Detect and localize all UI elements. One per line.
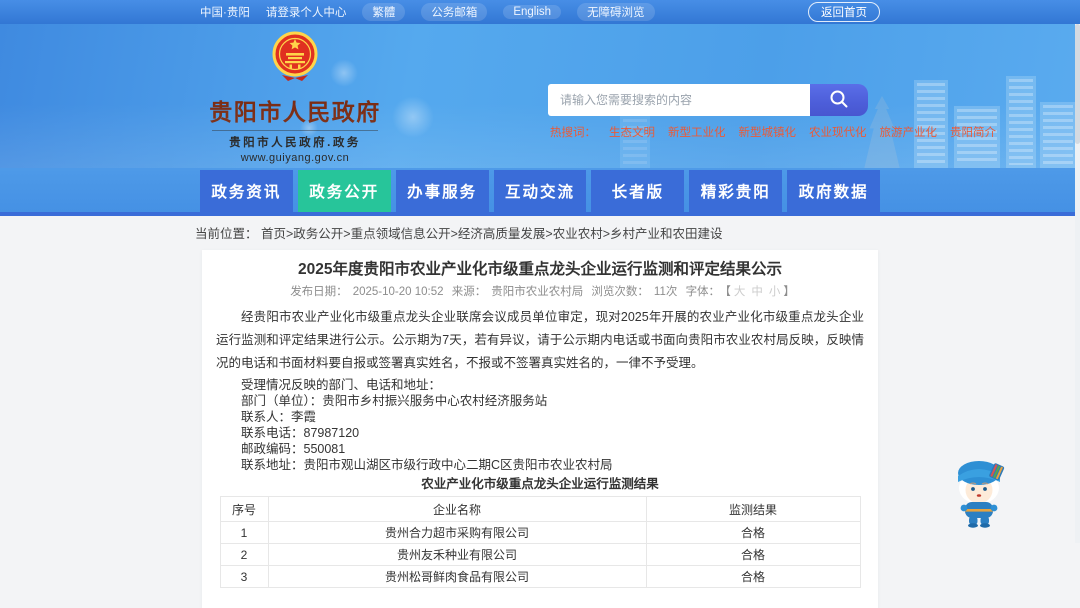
nav-item-gov-data[interactable]: 政府数据 [787,170,881,212]
table-row: 2 贵州友禾种业有限公司 合格 [219,543,861,566]
nav-bottom-strip [0,212,1080,216]
national-emblem-icon [272,31,318,89]
publish-date: 2025-10-20 10:52 [352,286,444,298]
magnifier-icon [828,88,850,113]
nav-item-senior-version[interactable]: 长者版 [591,170,685,212]
header-serial-no: 序号 [219,496,269,522]
contact-intro-line: 受理情况反映的部门、电话和地址： [241,378,442,392]
font-size-label: 字体： [685,286,721,298]
toplink-english[interactable]: English [503,5,562,19]
hot-word[interactable]: 新型工业化 [668,124,726,140]
table-header-row: 序号 企业名称 监测结果 [219,496,861,522]
contact-address-line: 联系地址：贵阳市观山湖区市级行政中心二期C区贵阳市农业农村局 [241,458,613,472]
search-button[interactable] [810,84,868,116]
cell-result: 合格 [645,521,861,544]
hot-word[interactable]: 旅游产业化 [880,124,938,140]
mascot-assistant[interactable] [948,452,1010,528]
back-to-home-button[interactable]: 返回首页 [808,2,880,22]
toplink-accessibility[interactable]: 无障碍浏览 [577,3,655,21]
header-monitoring-result: 监测结果 [645,496,861,522]
main-navigation: 政务资讯 政务公开 办事服务 互动交流 长者版 精彩贵阳 政府数据 [0,168,1080,216]
cell-result: 合格 [645,543,861,566]
top-utility-bar: 中国·贵阳 请登录个人中心 繁體 公务邮箱 English 无障碍浏览 返回首页 [0,0,1080,24]
nav-item-splendid-guiyang[interactable]: 精彩贵阳 [689,170,783,212]
city-building [1040,102,1076,168]
contact-phone-line: 联系电话：87987120 [241,426,360,440]
logo-divider [212,130,378,131]
article-title: 2025年度贵阳市农业产业化市级重点龙头企业运行监测和评定结果公示 [298,261,782,278]
site-logo-block[interactable]: 贵阳市人民政府 贵阳市人民政府.政务 www.guiyang.gov.cn [206,31,384,164]
source-label: 来源： [451,286,487,298]
hot-word[interactable]: 生态文明 [609,124,655,140]
table-row: 1 贵州合力超市采购有限公司 合格 [219,521,861,544]
cell-serial-no: 2 [219,543,269,566]
font-bracket-open: 【 [725,286,731,298]
article-paragraph: 经贵阳市农业产业化市级重点龙头企业联席会议成员单位审定，现对2025年开展的农业… [216,310,864,370]
font-size-small-button[interactable]: 小 [769,286,781,298]
nav-item-gov-disclosure[interactable]: 政务公开 [297,170,391,212]
cell-company-name: 贵州友禾种业有限公司 [267,543,647,566]
contact-postcode-line: 邮政编码：550081 [241,442,346,456]
cell-company-name: 贵州合力超市采购有限公司 [267,521,647,544]
font-size-large-button[interactable]: 大 [734,286,746,298]
hot-word[interactable]: 新型城镇化 [739,124,797,140]
contact-department-line: 部门（单位）：贵阳市乡村振兴服务中心农村经济服务站 [241,394,548,408]
monitoring-result-table: 序号 企业名称 监测结果 1 贵州合力超市采购有限公司 合格 2 贵州友禾种业有… [219,496,861,588]
result-table-caption: 农业产业化市级重点龙头企业运行监测结果 [421,477,659,491]
nav-item-services[interactable]: 办事服务 [395,170,489,212]
scrollbar-thumb[interactable] [1075,24,1080,144]
contact-person-line: 联系人：李霞 [241,410,317,424]
site-url: www.guiyang.gov.cn [240,152,350,164]
breadcrumb-label: 当前位置： [195,227,258,241]
site-banner: 贵阳市人民政府 贵阳市人民政府.政务 www.guiyang.gov.cn 热搜… [0,24,1080,168]
views-value: 11次 [653,286,678,298]
font-bracket-close: 】 [783,286,795,298]
views-label: 浏览次数： [591,286,649,298]
search-input[interactable] [548,84,810,116]
hot-search-label: 热搜词： [550,127,596,139]
cell-serial-no: 3 [219,565,269,588]
nav-item-interaction[interactable]: 互动交流 [493,170,587,212]
toplink-traditional-chinese[interactable]: 繁體 [362,3,406,21]
hot-word[interactable]: 农业现代化 [809,124,867,140]
site-name: 贵阳市人民政府 [209,99,381,125]
hot-word[interactable]: 贵阳简介 [950,124,996,140]
toplink-china-guiyang[interactable]: 中国·贵阳 [200,4,250,20]
nav-item-news[interactable]: 政务资讯 [200,170,293,212]
city-building [1006,76,1036,168]
cell-serial-no: 1 [219,521,269,544]
header-company-name: 企业名称 [267,496,647,522]
source-value: 贵阳市农业农村局 [491,286,584,298]
scrollbar-track[interactable] [1075,24,1080,543]
site-subtitle: 贵阳市人民政府.政务 [229,137,361,149]
breadcrumb-path[interactable]: 首页>政务公开>重点领域信息公开>经济高质量发展>农业农村>乡村产业和农田建设 [261,227,723,241]
cell-result: 合格 [645,565,861,588]
cell-company-name: 贵州松哥鲜肉食品有限公司 [267,565,647,588]
mascot-icon [948,461,1010,532]
publish-date-label: 发布日期： [290,286,348,298]
search-bar [548,84,868,116]
hot-search-words: 热搜词： 生态文明 新型工业化 新型城镇化 农业现代化 旅游产业化 贵阳简介 [550,124,996,140]
table-row: 3 贵州松哥鲜肉食品有限公司 合格 [219,565,861,588]
font-size-medium-button[interactable]: 中 [751,286,763,298]
toplink-official-mail[interactable]: 公务邮箱 [421,3,488,21]
toplink-login-personal-center[interactable]: 请登录个人中心 [266,4,347,20]
article-card: 2025年度贵阳市农业产业化市级重点龙头企业运行监测和评定结果公示 发布日期： 2… [202,250,878,608]
breadcrumb: 当前位置： 首页>政务公开>重点领域信息公开>经济高质量发展>农业农村>乡村产业… [195,216,885,250]
article-meta: 发布日期： 2025-10-20 10:52 来源： 贵阳市农业农村局 浏览次数： 1… [216,285,864,299]
